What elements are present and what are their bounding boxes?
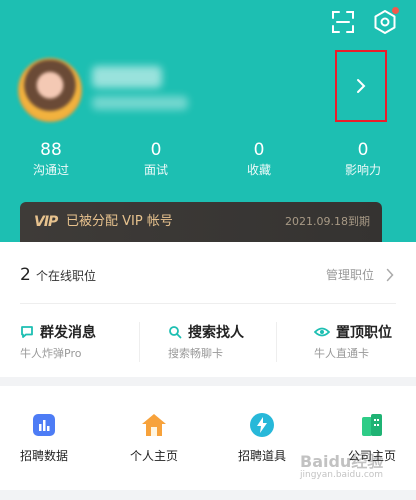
chat-icon — [21, 326, 33, 338]
user-name-blurred — [92, 66, 162, 88]
personal-page-button[interactable]: 个人主页 — [114, 412, 194, 464]
recruit-props-button[interactable]: 招聘道具 — [222, 412, 302, 464]
action-subtitle: 搜索畅聊卡 — [168, 347, 223, 360]
action-subtitle: 牛人直通卡 — [314, 347, 369, 360]
recruit-data-button[interactable]: 招聘数据 — [4, 412, 84, 464]
eye-icon — [313, 327, 331, 337]
action-subtitle: 牛人炸弹Pro — [20, 347, 82, 360]
action-title: 群发消息 — [40, 325, 96, 341]
stat-value: 0 — [150, 140, 162, 160]
stat-label: 面试 — [143, 163, 168, 177]
building-icon — [362, 414, 382, 436]
tool-label: 个人主页 — [129, 449, 178, 463]
manage-jobs-link[interactable]: 管理职位 — [326, 266, 374, 284]
chevron-right-icon[interactable] — [386, 268, 394, 282]
divider — [20, 303, 396, 304]
user-subtitle-blurred — [92, 96, 188, 110]
stat-label: 收藏 — [246, 163, 271, 177]
lightning-icon — [250, 413, 274, 437]
online-jobs-count: 2 — [20, 265, 31, 285]
action-title: 搜索找人 — [188, 325, 244, 341]
divider — [276, 322, 277, 362]
action-title: 置顶职位 — [336, 325, 392, 341]
notification-dot — [392, 7, 399, 14]
chart-icon — [33, 414, 55, 436]
stat-label: 沟通过 — [32, 163, 69, 177]
tool-label: 招聘道具 — [237, 449, 286, 463]
vip-status-text: 已被分配 VIP 帐号 — [66, 214, 173, 229]
watermark: Baidu经验 jingyan.baidu.com — [300, 448, 383, 480]
scan-icon[interactable] — [330, 9, 356, 35]
stats-row: 88 沟通过 0 面试 0 收藏 0 影响力 — [0, 140, 416, 182]
avatar[interactable] — [18, 58, 82, 122]
divider — [139, 322, 140, 362]
watermark-url: jingyan.baidu.com — [300, 470, 384, 480]
home-icon — [142, 414, 166, 436]
stat-interview[interactable]: 0 面试 — [111, 140, 201, 180]
stat-communicated[interactable]: 88 沟通过 — [6, 140, 96, 180]
online-jobs-label: 个在线职位 — [36, 269, 97, 283]
stat-value: 88 — [40, 140, 62, 160]
stat-value: 0 — [357, 140, 369, 160]
stat-value: 0 — [253, 140, 265, 160]
tool-label: 招聘数据 — [19, 449, 68, 463]
search-icon — [169, 326, 182, 339]
vip-expiry-date: 2021.09.18到期 — [285, 215, 370, 228]
stat-label: 影响力 — [344, 163, 381, 177]
vip-banner[interactable]: VIP 已被分配 VIP 帐号 2021.09.18到期 — [20, 202, 382, 242]
profile-arrow-button[interactable] — [335, 50, 387, 122]
watermark-text: Baidu经验 — [300, 452, 384, 471]
stat-influence[interactable]: 0 影响力 — [318, 140, 408, 180]
vip-logo: VIP — [34, 214, 58, 230]
stat-favorites[interactable]: 0 收藏 — [214, 140, 304, 180]
chevron-right-icon — [357, 79, 366, 93]
